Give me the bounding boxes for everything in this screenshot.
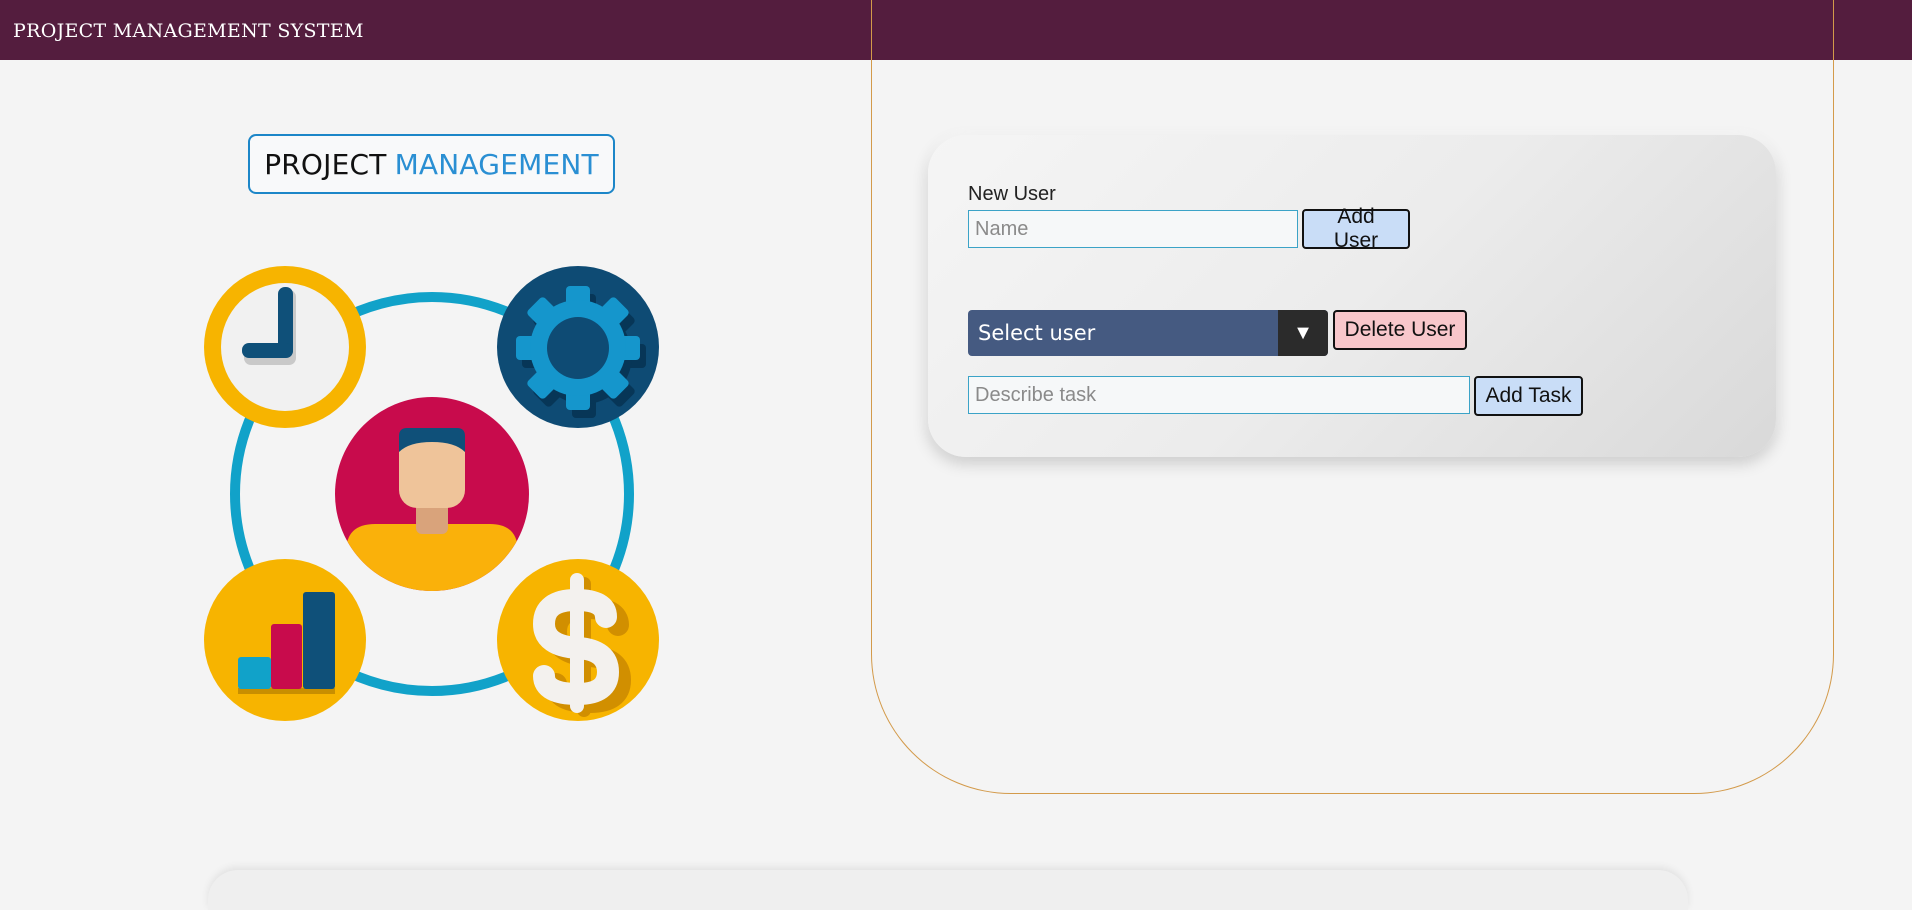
user-name-input[interactable] <box>968 210 1298 248</box>
clock-icon <box>204 266 366 428</box>
logo-word-management: MANAGEMENT <box>394 147 599 181</box>
user-select-value: Select user <box>978 321 1096 345</box>
new-user-label: New User <box>968 183 1056 205</box>
add-user-button[interactable]: Add User <box>1302 205 1410 252</box>
bottom-card-edge <box>208 870 1688 910</box>
task-description-input[interactable] <box>968 376 1470 414</box>
project-management-illustration <box>204 266 659 721</box>
add-task-button[interactable]: Add Task <box>1474 376 1583 416</box>
dollar-icon <box>497 559 659 721</box>
app-title: PROJECT MANAGEMENT SYSTEM <box>13 20 364 42</box>
user-avatar-icon <box>335 397 529 591</box>
project-management-logo: PROJECT MANAGEMENT <box>248 134 615 194</box>
logo-word-project: PROJECT <box>264 147 387 181</box>
user-select-dropdown[interactable]: Select user ▼ <box>968 310 1328 356</box>
gear-icon <box>497 266 659 428</box>
delete-user-button[interactable]: Delete User <box>1333 310 1467 350</box>
bar-chart-icon <box>204 559 366 721</box>
chevron-down-icon: ▼ <box>1278 310 1328 356</box>
